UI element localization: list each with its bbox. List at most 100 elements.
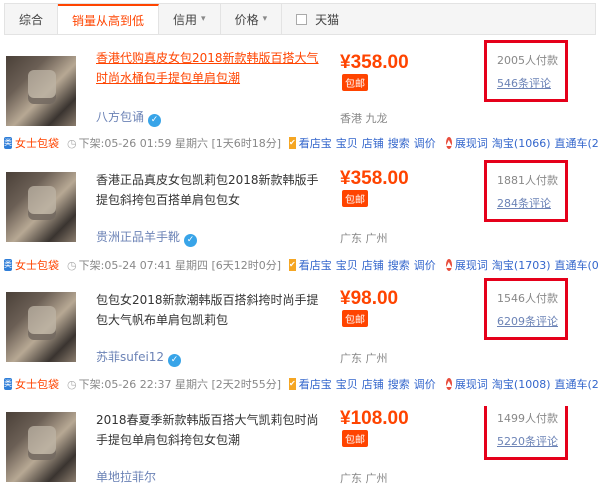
- product-thumbnail[interactable]: [6, 412, 76, 482]
- product-title[interactable]: 2018春夏季新款韩版百搭大气凯莉包时尚手提包单肩包斜挎包女包潮: [96, 410, 321, 450]
- product-title[interactable]: 香港代购真皮女包2018新款韩版百搭大气时尚水桶包手提包单肩包潮: [96, 48, 321, 88]
- shop-location: 广东 广州: [340, 472, 388, 485]
- product-price: ¥98.00: [340, 288, 399, 309]
- link-search[interactable]: 搜索: [388, 257, 410, 273]
- tmall-label: 天猫: [315, 12, 340, 27]
- offline-time: 下架:05-26 22:37 星期六 [2天2时55分]: [78, 378, 282, 391]
- shop-location: 广东 广州: [340, 232, 388, 245]
- shop-location: 香港 九龙: [340, 112, 388, 125]
- product-thumbnail[interactable]: [6, 172, 76, 242]
- tmall-filter[interactable]: 天猫: [282, 4, 339, 34]
- free-shipping-badge: 包邮: [342, 430, 368, 447]
- chevron-down-icon: ▾: [201, 14, 206, 24]
- clock-icon: ◷: [67, 258, 77, 272]
- link-shop[interactable]: 店铺: [362, 257, 384, 273]
- sort-label: 综合: [19, 12, 44, 27]
- paid-count: 1546人付款: [497, 292, 558, 305]
- taobao-count[interactable]: 淘宝(1703): [492, 257, 551, 273]
- link-shop-tool[interactable]: 看店宝: [299, 135, 332, 151]
- review-count-link[interactable]: 6209条评论: [497, 313, 558, 329]
- free-shipping-badge: 包邮: [342, 74, 368, 91]
- link-shop-tool[interactable]: 看店宝: [299, 257, 332, 273]
- link-search[interactable]: 搜索: [388, 135, 410, 151]
- link-shop[interactable]: 店铺: [362, 135, 384, 151]
- category-label[interactable]: 女士包袋: [15, 376, 59, 392]
- sales-highlight-box: 1546人付款 6209条评论: [484, 278, 568, 340]
- ztc-count[interactable]: 直通车(0): [554, 257, 599, 273]
- exposure-icon: ▲: [445, 259, 452, 271]
- link-price[interactable]: 调价: [414, 135, 436, 151]
- exposure-icon: ▲: [445, 378, 452, 390]
- sales-highlight-box: 2005人付款 546条评论: [484, 40, 568, 102]
- shop-location: 广东 广州: [340, 352, 388, 365]
- shop-tool-icon: ✔: [289, 137, 296, 149]
- shop-name-text: 贵洲正品羊手靴: [96, 230, 181, 244]
- sort-comprehensive[interactable]: 综合: [5, 4, 59, 34]
- product-price: ¥358.00: [340, 168, 409, 189]
- sort-credit[interactable]: 信用 ▾: [159, 4, 221, 34]
- wangwang-icon[interactable]: ✓: [148, 114, 162, 127]
- ztc-count[interactable]: 直通车(28: [554, 135, 599, 151]
- shop-name[interactable]: 贵洲正品羊手靴 ✓: [96, 228, 198, 247]
- link-item[interactable]: 宝贝: [336, 257, 358, 273]
- product-thumbnail[interactable]: [6, 292, 76, 362]
- sort-bar: 综合 销量从高到低 信用 ▾ 价格 ▾ 天猫: [4, 3, 596, 35]
- tmall-checkbox[interactable]: [296, 13, 308, 25]
- offline-time: 下架:05-24 07:41 星期四 [6天12时0分]: [78, 259, 282, 272]
- shop-name-text: 八方包诵: [96, 110, 145, 124]
- paid-count: 1881人付款: [497, 174, 558, 187]
- link-price[interactable]: 调价: [414, 376, 436, 392]
- review-count-link[interactable]: 284条评论: [497, 195, 551, 211]
- shop-name[interactable]: 苏菲sufei12 ✓: [96, 348, 182, 367]
- taobao-count[interactable]: 淘宝(1066): [492, 135, 551, 151]
- shop-name[interactable]: 单地拉菲尔: [96, 468, 156, 485]
- exposure-label[interactable]: 展现词: [455, 376, 488, 392]
- product-thumbnail[interactable]: [6, 56, 76, 126]
- sort-price[interactable]: 价格 ▾: [221, 4, 283, 34]
- link-price[interactable]: 调价: [414, 257, 436, 273]
- wangwang-icon[interactable]: ✓: [184, 234, 198, 247]
- free-shipping-badge: 包邮: [342, 310, 368, 327]
- sales-highlight-box: 1881人付款 284条评论: [484, 160, 568, 222]
- shop-tool-icon: ✔: [289, 259, 296, 271]
- category-tag-icon: 类: [4, 137, 12, 149]
- shop-name-text: 单地拉菲尔: [96, 470, 157, 484]
- offline-time: 下架:05-26 01:59 星期六 [1天6时18分]: [78, 137, 282, 150]
- product-title[interactable]: 香港正品真皮女包凯莉包2018新款韩版手提包斜挎包百搭单肩包包女: [96, 170, 321, 210]
- product-title[interactable]: 包包女2018新款潮韩版百搭斜挎时尚手提包大气帆布单肩包凯莉包: [96, 290, 321, 330]
- product-row: 香港正品真皮女包凯莉包2018新款韩版手提包斜挎包百搭单肩包包女 ¥358.00…: [4, 160, 596, 251]
- ztc-count[interactable]: 直通车(2): [554, 376, 599, 392]
- sort-label: 价格: [234, 12, 259, 27]
- exposure-label[interactable]: 展现词: [455, 135, 488, 151]
- link-search[interactable]: 搜索: [388, 376, 410, 392]
- link-item[interactable]: 宝贝: [336, 376, 358, 392]
- link-item[interactable]: 宝贝: [336, 135, 358, 151]
- taobao-count[interactable]: 淘宝(1008): [492, 376, 551, 392]
- free-shipping-badge: 包邮: [342, 190, 368, 207]
- product-row: 包包女2018新款潮韩版百搭斜挎时尚手提包大气帆布单肩包凯莉包 ¥98.00 包…: [4, 278, 596, 371]
- product-meta-line: 类 女士包袋 ◷ 下架:05-26 01:59 星期六 [1天6时18分] ✔ …: [4, 133, 599, 153]
- chevron-down-icon: ▾: [262, 14, 268, 24]
- category-tag-icon: 类: [4, 378, 12, 390]
- exposure-label[interactable]: 展现词: [455, 257, 488, 273]
- wangwang-icon[interactable]: ✓: [168, 354, 182, 367]
- product-meta-line: 类 女士包袋 ◷ 下架:05-26 22:37 星期六 [2天2时55分] ✔ …: [4, 374, 599, 394]
- shop-tool-icon: ✔: [289, 378, 296, 390]
- exposure-icon: ▲: [445, 137, 452, 149]
- shop-name[interactable]: 八方包诵 ✓: [96, 108, 162, 127]
- sales-highlight-box: 1499人付款 5220条评论: [484, 406, 568, 460]
- review-count-link[interactable]: 546条评论: [497, 75, 551, 91]
- product-price: ¥358.00: [340, 52, 409, 73]
- clock-icon: ◷: [67, 136, 77, 150]
- category-label[interactable]: 女士包袋: [15, 135, 59, 151]
- product-row: 2018春夏季新款韩版百搭大气凯莉包时尚手提包单肩包斜挎包女包潮 ¥108.00…: [4, 406, 596, 486]
- link-shop[interactable]: 店铺: [362, 376, 384, 392]
- category-label[interactable]: 女士包袋: [15, 257, 59, 273]
- review-count-link[interactable]: 5220条评论: [497, 433, 558, 449]
- sort-sales-desc[interactable]: 销量从高到低: [58, 4, 160, 34]
- paid-count: 2005人付款: [497, 54, 558, 67]
- category-tag-icon: 类: [4, 259, 12, 271]
- product-row: 香港代购真皮女包2018新款韩版百搭大气时尚水桶包手提包单肩包潮 ¥358.00…: [4, 40, 596, 127]
- link-shop-tool[interactable]: 看店宝: [299, 376, 332, 392]
- paid-count: 1499人付款: [497, 412, 558, 425]
